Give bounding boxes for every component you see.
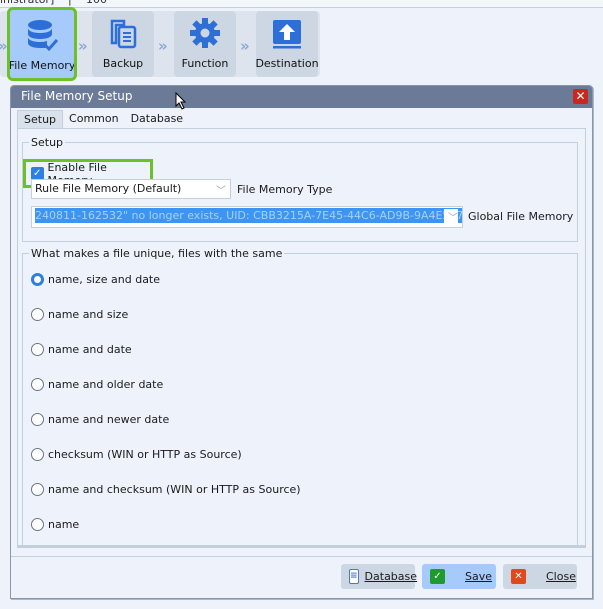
tab-database[interactable]: Database: [125, 110, 190, 129]
close-icon[interactable]: ✕: [573, 89, 588, 104]
dialog-titlebar[interactable]: File Memory Setup ✕: [11, 86, 592, 108]
step-label: Function: [181, 57, 229, 70]
radio-icon[interactable]: [31, 308, 44, 321]
radio-name-size[interactable]: name and size: [31, 308, 128, 321]
step-label: Destination: [255, 57, 319, 70]
global-file-memory-label: Global File Memory: [468, 210, 574, 223]
file-memory-type-label: File Memory Type: [237, 183, 333, 196]
step-destination[interactable]: Destination: [255, 11, 319, 77]
radio-name-newer-date[interactable]: name and newer date: [31, 413, 169, 426]
radio-icon[interactable]: [31, 343, 44, 356]
radio-name-older-date[interactable]: name and older date: [31, 378, 163, 391]
radio-checksum[interactable]: checksum (WIN or HTTP as Source): [31, 448, 242, 461]
chevron-down-icon: ﹀: [444, 209, 458, 224]
radio-name-date[interactable]: name and date: [31, 343, 132, 356]
step-function[interactable]: Function: [174, 11, 236, 77]
uniqueness-legend: What makes a file unique, files with the…: [31, 247, 283, 260]
step-label: File Memory: [8, 59, 76, 72]
setup-legend: Setup: [31, 136, 64, 149]
uniqueness-group: What makes a file unique, files with the…: [22, 247, 578, 547]
radio-icon[interactable]: [31, 378, 44, 391]
value-label: 100: [86, 0, 107, 6]
chevron-right-icon: »: [0, 37, 8, 55]
radio-name-size-date[interactable]: name, size and date: [31, 273, 160, 286]
user-label: inistrator]: [0, 0, 54, 6]
chevron-right-icon: »: [158, 37, 168, 55]
tab-setup[interactable]: Setup: [17, 110, 64, 129]
radio-icon[interactable]: [31, 483, 44, 496]
workflow-toolbar: » File Memory » Backup »: [0, 7, 320, 81]
chevron-right-icon: »: [78, 37, 88, 55]
list-icon: ≡: [349, 569, 359, 584]
database-button[interactable]: ≡ Database: [341, 564, 417, 589]
chevron-down-icon: ﹀: [216, 186, 226, 197]
file-memory-setup-dialog: File Memory Setup ✕ Setup Common Databas…: [10, 85, 593, 599]
upload-icon: [273, 20, 301, 49]
global-file-memory-select[interactable]: 240811-162532" no longer exists, UID: CB…: [31, 206, 463, 228]
step-label: Backup: [102, 57, 144, 70]
button-bar: ≡ Database ✓ Save ✕ Close: [11, 556, 592, 598]
copy-documents-icon: [110, 19, 137, 49]
dialog-title: File Memory Setup: [21, 89, 133, 103]
radio-name-checksum[interactable]: name and checksum (WIN or HTTP as Source…: [31, 483, 301, 496]
gear-icon: [190, 18, 220, 48]
file-memory-type-select[interactable]: Rule File Memory (Default) ﹀: [31, 179, 231, 199]
tab-bar: Setup Common Database: [17, 110, 189, 129]
radio-name[interactable]: name: [31, 518, 79, 531]
close-button[interactable]: ✕ Close: [503, 564, 577, 589]
radio-selected-icon[interactable]: [31, 273, 44, 286]
radio-icon[interactable]: [31, 448, 44, 461]
top-status-strip: inistrator] | 100: [0, 0, 603, 8]
radio-icon[interactable]: [31, 413, 44, 426]
tab-common[interactable]: Common: [63, 110, 125, 129]
step-file-memory[interactable]: File Memory: [7, 7, 77, 81]
separator: |: [68, 0, 72, 6]
step-backup[interactable]: Backup: [92, 11, 154, 77]
chevron-right-icon: »: [240, 37, 250, 55]
save-button[interactable]: ✓ Save: [422, 564, 496, 589]
radio-icon[interactable]: [31, 518, 44, 531]
database-check-icon: [28, 20, 59, 52]
close-icon: ✕: [511, 569, 526, 584]
mouse-cursor-icon: [175, 92, 187, 110]
checkmark-icon: ✓: [430, 569, 445, 584]
